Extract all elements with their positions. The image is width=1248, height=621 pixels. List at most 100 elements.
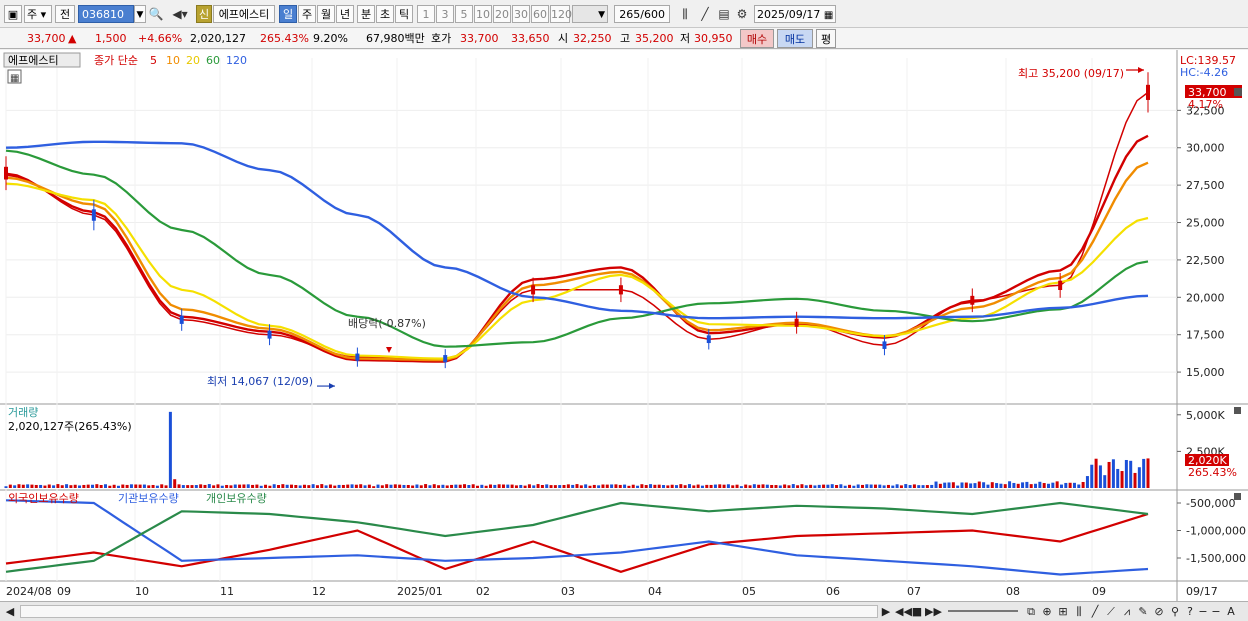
volume-bar bbox=[891, 485, 895, 488]
price-panel-close-icon[interactable] bbox=[1234, 88, 1242, 96]
x-tick-label: 02 bbox=[476, 585, 490, 598]
stock-chart[interactable]: 32,50030,00027,50025,00022,50020,00017,5… bbox=[0, 50, 1248, 601]
volume-bar bbox=[398, 484, 402, 488]
ask-price: 33,700 bbox=[460, 32, 499, 45]
layout-icon[interactable]: ⊞ bbox=[1056, 604, 1070, 619]
volume-bar bbox=[415, 484, 419, 488]
rewind-icon[interactable]: ◀◀ bbox=[895, 604, 912, 619]
copy-icon[interactable]: ⧉ bbox=[1024, 604, 1038, 619]
volume-bar bbox=[78, 485, 82, 488]
bar-count[interactable]: 265/600 bbox=[614, 5, 670, 23]
volume-bar bbox=[562, 484, 566, 488]
scroll-track[interactable] bbox=[20, 605, 878, 618]
volume-bar bbox=[238, 484, 242, 488]
window-icon[interactable]: ▣ bbox=[4, 5, 22, 23]
auto-scale-icon[interactable]: A bbox=[1224, 604, 1238, 619]
volume-bar bbox=[467, 485, 471, 488]
volume-bar bbox=[13, 485, 17, 488]
fib-icon[interactable]: ⩘ bbox=[1120, 604, 1134, 619]
candle-body bbox=[794, 318, 799, 327]
current-price: 33,700 bbox=[27, 32, 66, 45]
volume-bar bbox=[969, 483, 973, 488]
interval-60[interactable]: 60 bbox=[531, 5, 549, 23]
date-input[interactable]: 2025/09/17 ▦ bbox=[754, 5, 836, 23]
stock-name[interactable]: 에프에스티 bbox=[213, 5, 275, 23]
volume-bar bbox=[1077, 484, 1081, 488]
volume-title: 거래량 bbox=[8, 406, 38, 419]
interval-1[interactable]: 1 bbox=[417, 5, 435, 23]
legend-ma-5: 5 bbox=[150, 54, 157, 67]
interval-select[interactable]: ▼ bbox=[572, 5, 608, 23]
volume-bar bbox=[1146, 458, 1150, 488]
measure-icon[interactable]: ⟋ bbox=[1104, 604, 1118, 619]
volume-bar bbox=[272, 484, 276, 488]
hc-label: HC:-4.26 bbox=[1180, 66, 1228, 79]
volume-bar bbox=[510, 484, 514, 488]
prev-button[interactable]: 전 bbox=[55, 5, 75, 23]
buy-button[interactable]: 매수 bbox=[740, 29, 774, 48]
tab-day[interactable]: 일 bbox=[279, 5, 297, 23]
volume-bar bbox=[999, 483, 1003, 488]
volume-bar bbox=[445, 485, 449, 488]
stock-code-input[interactable]: 036810 bbox=[78, 5, 134, 23]
tab-second[interactable]: 초 bbox=[376, 5, 394, 23]
line-tool-icon[interactable]: ╱ bbox=[696, 5, 714, 23]
volume-bar bbox=[1120, 471, 1124, 488]
chart-scrollbar[interactable]: ◀ ▶ ◀◀ ■ ▶▶ ⧉ ⊕ ⊞ ⫼ ╱ ⟋ ⩘ ✎ ⊘ ⚲ ? − − A bbox=[0, 601, 1248, 621]
market-select[interactable]: 주 ▾ bbox=[24, 5, 52, 23]
interval-30[interactable]: 30 bbox=[512, 5, 530, 23]
high-price: 35,200 bbox=[635, 32, 674, 45]
volume-bar bbox=[662, 485, 666, 488]
tab-year[interactable]: 년 bbox=[336, 5, 354, 23]
trend-icon[interactable]: ╱ bbox=[1088, 604, 1102, 619]
volume-bar bbox=[290, 484, 293, 488]
sound-icon[interactable]: ◀▾ bbox=[166, 5, 194, 23]
holdings-close-icon[interactable] bbox=[1234, 493, 1241, 500]
chevron-down-icon[interactable]: ▼ bbox=[134, 5, 146, 23]
volume-bar bbox=[912, 484, 916, 488]
indiv-legend: 개인보유수량 bbox=[206, 492, 267, 505]
candle-body bbox=[882, 341, 887, 349]
volume-bar bbox=[484, 485, 488, 488]
pin-icon[interactable]: ⚲ bbox=[1168, 604, 1182, 619]
scroll-left-icon[interactable]: ◀ bbox=[4, 604, 16, 619]
save-icon[interactable]: ▤ bbox=[716, 5, 732, 23]
zoom-minus-icon[interactable]: − bbox=[1210, 604, 1222, 619]
interval-120[interactable]: 120 bbox=[550, 5, 572, 23]
zoom-in-icon[interactable]: ? bbox=[1184, 604, 1196, 619]
search-icon[interactable]: 🔍 bbox=[148, 5, 164, 23]
volume-bar bbox=[783, 484, 787, 488]
volume-bar bbox=[134, 484, 138, 488]
interval-5[interactable]: 5 bbox=[455, 5, 473, 23]
volume-bar bbox=[108, 485, 112, 488]
volume-bar bbox=[822, 484, 826, 488]
volume-close-icon[interactable] bbox=[1234, 407, 1241, 414]
gear-icon[interactable]: ⚙ bbox=[734, 5, 750, 23]
interval-10[interactable]: 10 bbox=[474, 5, 492, 23]
interval-3[interactable]: 3 bbox=[436, 5, 454, 23]
volume-bar bbox=[463, 484, 467, 488]
stop-icon[interactable]: ■ bbox=[911, 604, 923, 619]
tab-week[interactable]: 주 bbox=[298, 5, 316, 23]
calendar-icon[interactable]: ▦ bbox=[824, 10, 833, 21]
volume-bar bbox=[861, 484, 864, 488]
zoom-slider[interactable] bbox=[948, 610, 1018, 612]
tab-tick[interactable]: 틱 bbox=[395, 5, 413, 23]
tab-month[interactable]: 월 bbox=[317, 5, 335, 23]
candle-type-icon[interactable]: ⫼ bbox=[676, 5, 694, 23]
sell-button[interactable]: 매도 bbox=[777, 29, 813, 48]
tab-minute[interactable]: 분 bbox=[357, 5, 375, 23]
text-tool-icon[interactable]: ⊘ bbox=[1152, 604, 1166, 619]
play-icon[interactable]: ▶▶ bbox=[925, 604, 942, 619]
interval-20[interactable]: 20 bbox=[493, 5, 511, 23]
scroll-right-icon[interactable]: ▶ bbox=[880, 604, 892, 619]
zoom-out-icon[interactable]: − bbox=[1197, 604, 1209, 619]
eval-button[interactable]: 평 bbox=[816, 29, 836, 48]
x-tick-label-last: 09/17 bbox=[1186, 585, 1218, 598]
candle-body bbox=[355, 353, 360, 361]
crosshair-icon[interactable]: ⊕ bbox=[1040, 604, 1054, 619]
candle-icon[interactable]: ⫼ bbox=[1072, 604, 1086, 619]
volume-ratio: 265.43% bbox=[260, 32, 309, 45]
volume-bar bbox=[809, 484, 813, 488]
draw-icon[interactable]: ✎ bbox=[1136, 604, 1150, 619]
